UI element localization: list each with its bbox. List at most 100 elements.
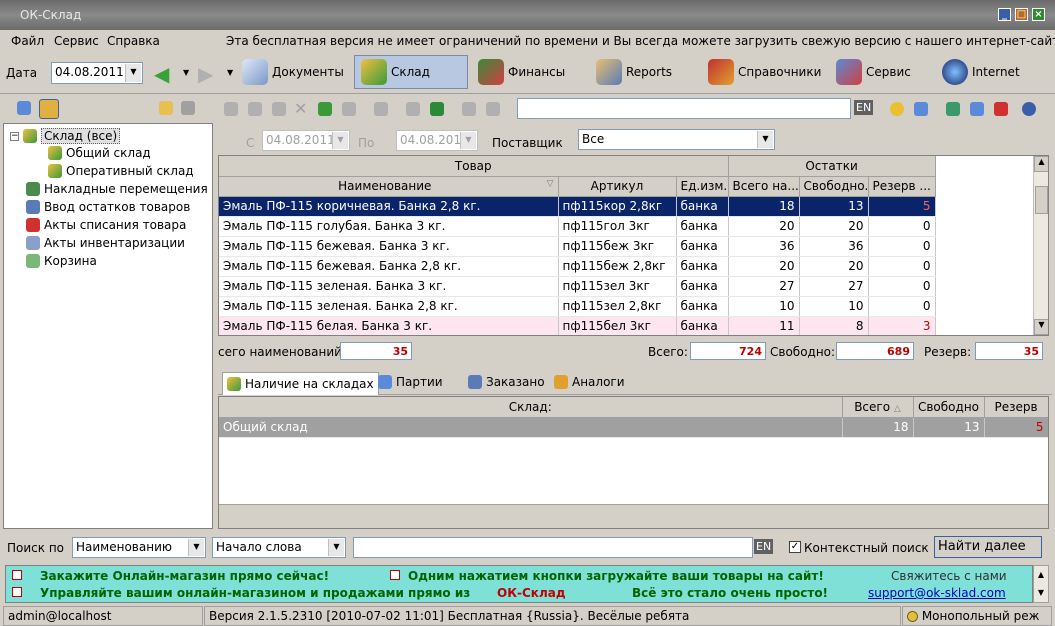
col-unit-header[interactable]: Ед.изм. [676,176,729,197]
col-reserve-header[interactable]: Резерв ... [868,176,936,197]
chevron-down-icon[interactable]: ▼ [332,132,348,149]
edit-icon[interactable] [272,102,286,116]
from-date-input[interactable]: 04.08.2011 ▼ [262,130,350,151]
table-row[interactable]: Эмаль ПФ-115 белая. Банка 3 кг. пф115бел … [219,316,936,335]
menu-help[interactable]: Справка [107,34,160,48]
chevron-down-icon[interactable]: ▼ [188,539,204,556]
tag-icon[interactable] [462,102,476,116]
search-mode-select[interactable]: Начало слова ▼ [212,537,346,558]
references-button[interactable]: Справочники [708,55,821,89]
tree-item-general-warehouse[interactable]: Общий склад [48,146,151,160]
table-row[interactable]: Эмаль ПФ-115 бежевая. Банка 3 кг. пф115бе… [219,236,936,257]
table-row[interactable]: Общий склад 18 13 5 [219,417,1048,438]
copy-icon[interactable] [342,102,356,116]
filter-icon[interactable] [914,102,928,116]
find-next-button[interactable]: Найти далее [934,536,1042,558]
scroll-down-icon[interactable]: ▼ [1034,584,1048,602]
tree-view-icon[interactable] [17,101,31,115]
tree-item-operative-warehouse[interactable]: Оперативный склад [48,164,194,178]
tab-availability[interactable]: Наличие на складах [222,372,379,395]
collapse-icon[interactable]: − [10,131,19,141]
scroll-thumb[interactable] [1035,186,1048,214]
export-icon[interactable] [970,102,984,116]
search-field-select[interactable]: Наименованию ▼ [72,537,206,558]
documents-button[interactable]: Документы [242,55,344,89]
quick-search-input[interactable] [517,98,851,119]
sub-col-reserve[interactable]: Резерв [984,397,1048,418]
lightbulb-icon[interactable] [890,102,904,116]
tree-item-trash[interactable]: Корзина [26,254,97,268]
close-icon[interactable]: × [1032,8,1045,21]
tab-analogs[interactable]: Аналоги [554,375,625,389]
cell-free: 20 [799,216,869,237]
warehouse-button[interactable]: Склад [354,55,468,89]
move-icon[interactable] [374,102,388,116]
ad-scrollbar[interactable]: ▲ ▼ [1033,565,1049,603]
menu-service[interactable]: Сервис [54,34,99,48]
table-row[interactable]: Эмаль ПФ-115 зеленая. Банка 2,8 кг. пф115… [219,296,936,317]
col-total-header[interactable]: Всего на... [728,176,800,197]
forward-arrow-icon[interactable]: ▶ [198,62,213,86]
sub-col-warehouse[interactable]: Склад: [219,397,843,418]
tree-item-warehouse-all[interactable]: − Склад (все) [10,128,121,144]
to-date-input[interactable]: 04.08.2011 ▼ [396,130,478,151]
search-lang-badge: EN [754,539,774,554]
scroll-up-icon[interactable]: ▲ [1034,566,1048,584]
reports-button[interactable]: Reports [596,55,672,89]
help-icon[interactable] [1022,102,1036,116]
warehouse-add-icon[interactable] [946,102,960,116]
date-input[interactable]: 04.08.2011 ▼ [51,62,143,84]
chevron-down-icon[interactable]: ▼ [757,131,773,148]
date-value: 04.08.2011 [55,65,124,79]
tree-item-stock-input[interactable]: Ввод остатков товаров [26,200,190,214]
table-row[interactable]: Эмаль ПФ-115 голубая. Банка 3 кг. пф115го… [219,216,936,237]
add-group-icon[interactable] [248,102,262,116]
remove-icon[interactable] [994,102,1008,116]
supplier-select[interactable]: Все ▼ [578,129,775,150]
menu-file[interactable]: Файл [11,34,44,48]
folder-icon[interactable] [159,101,173,115]
search-input[interactable] [353,537,753,558]
minimize-icon[interactable]: _ [998,8,1011,21]
add-icon[interactable] [224,102,238,116]
scroll-down-icon[interactable]: ▼ [1034,319,1048,335]
cell-name: Эмаль ПФ-115 зеленая. Банка 3 кг. [219,276,559,297]
date-label: Дата [6,66,38,80]
chevron-down-icon[interactable]: ▼ [125,64,141,82]
service-button[interactable]: Сервис [836,55,911,89]
col-free-header[interactable]: Свободно... [799,176,869,197]
table-row[interactable]: Эмаль ПФ-115 коричневая. Банка 2,8 кг. пф… [219,196,936,217]
scroll-up-icon[interactable]: ▲ [1034,156,1048,172]
tree-item-writeoffs[interactable]: Акты списания товара [26,218,186,232]
chevron-down-icon[interactable]: ▼ [328,539,344,556]
forward-dropdown-icon[interactable]: ▼ [227,68,233,77]
sub-col-total[interactable]: Всего △ [842,397,914,418]
internet-button[interactable]: Internet [942,55,1020,89]
tree-item-inventory[interactable]: Акты инвентаризации [26,236,185,250]
properties-icon[interactable] [181,101,195,115]
support-email-link[interactable]: support@ok-sklad.com [868,586,1006,600]
image-icon[interactable] [486,102,500,116]
sub-col-free[interactable]: Свободно [913,397,985,418]
ad-banner[interactable]: Закажите Онлайн-магазин прямо сейчас! Од… [5,565,1033,603]
back-arrow-icon[interactable]: ◀ [154,62,169,86]
delete-icon[interactable]: ✕ [294,99,307,118]
context-search-checkbox[interactable]: ✓ [789,541,801,553]
grid-scrollbar[interactable]: ▲ ▼ [1033,156,1048,335]
back-dropdown-icon[interactable]: ▼ [183,68,189,77]
col-article-header[interactable]: Артикул [558,176,677,197]
excel-icon[interactable] [430,102,444,116]
print-icon[interactable] [406,102,420,116]
warehouse-view-icon[interactable] [39,99,59,119]
table-row[interactable]: Эмаль ПФ-115 зеленая. Банка 3 кг. пф115зе… [219,276,936,297]
col-name-header[interactable]: Наименование ▽ [219,176,559,197]
maximize-icon[interactable]: □ [1015,8,1028,21]
refresh-icon[interactable] [318,102,332,116]
table-row[interactable]: Эмаль ПФ-115 бежевая. Банка 2,8 кг. пф115… [219,256,936,277]
tab-ordered[interactable]: Заказано [468,375,545,389]
tree-item-transfers[interactable]: Накладные перемещения [26,182,208,196]
tab-batches[interactable]: Партии [378,375,443,389]
cell-article: пф115бел 3кг [558,316,677,335]
finance-button[interactable]: Финансы [478,55,565,89]
chevron-down-icon[interactable]: ▼ [460,132,476,149]
